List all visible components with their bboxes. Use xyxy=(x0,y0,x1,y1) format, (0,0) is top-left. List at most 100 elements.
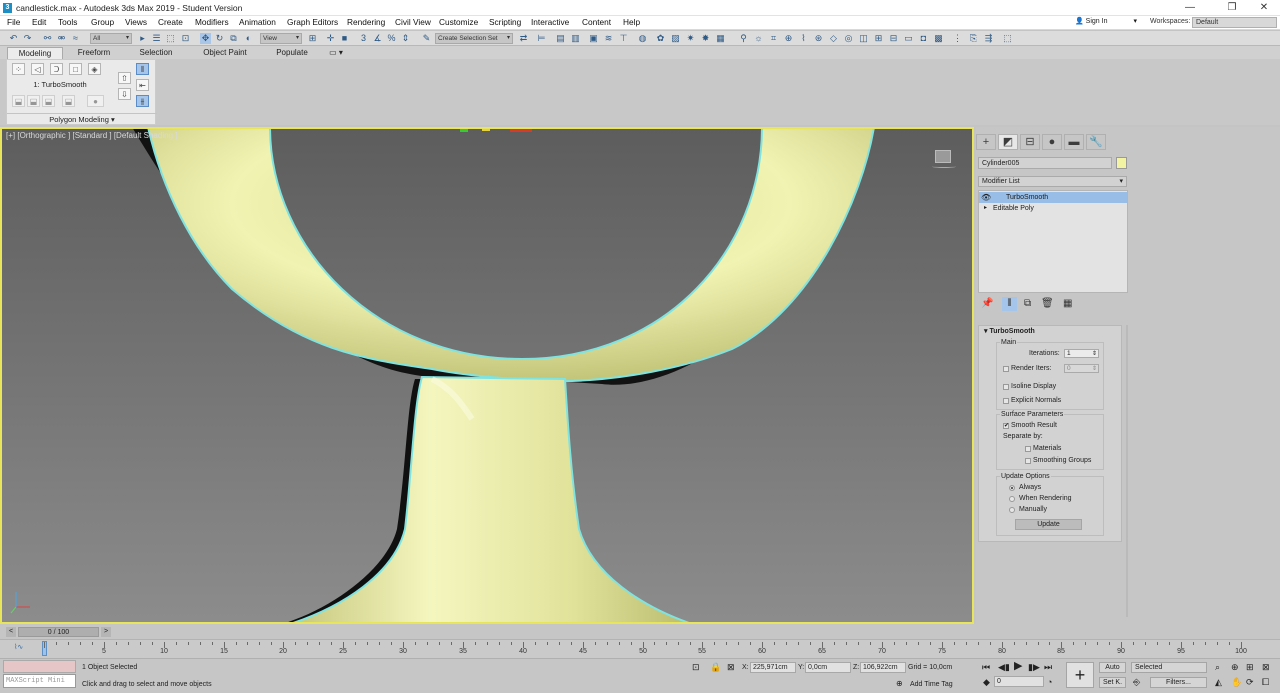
menu-tools[interactable]: Tools xyxy=(58,17,77,27)
isoline-display-checkbox[interactable] xyxy=(1003,384,1009,390)
show-end-result-icon[interactable]: ⫴ xyxy=(1002,297,1017,311)
show-end-result-icon[interactable]: ⫴ xyxy=(136,63,149,75)
spinner-snap-icon[interactable]: ⇕ xyxy=(400,33,411,44)
isolate-selection-icon[interactable]: ⊡ xyxy=(692,662,700,673)
viewport-label[interactable]: [+] [Orthographic ] [Standard ] [Default… xyxy=(6,131,177,140)
bind-spacewarp-icon[interactable]: ≈ xyxy=(70,33,81,44)
modifier-list-dropdown[interactable]: Modifier List xyxy=(978,176,1127,187)
select-by-name-icon[interactable]: ☰ xyxy=(151,33,162,44)
update-button[interactable]: Update xyxy=(1015,519,1082,530)
rollout-title[interactable]: ▾ TurboSmooth xyxy=(984,327,1035,335)
spacing-tool-icon[interactable]: ⇶ xyxy=(983,33,994,44)
zoom-extents-all-icon[interactable]: ⊠ xyxy=(1262,662,1270,673)
ribbon-options-dropdown[interactable]: ▭ ▾ xyxy=(326,47,346,59)
selection-set-dropdown[interactable]: Create Selection Set xyxy=(435,33,513,44)
menu-content[interactable]: Content xyxy=(582,17,611,27)
modify-tab-icon[interactable]: ◩ xyxy=(998,134,1018,150)
expand-arrow-icon[interactable]: ▸ xyxy=(984,203,987,214)
time-slider[interactable]: 0 / 100 xyxy=(18,627,99,637)
x-coordinate-field[interactable]: 225,971cm xyxy=(750,662,796,673)
set-key-button[interactable]: Set K. xyxy=(1099,677,1126,688)
field-of-view-icon[interactable]: ◭ xyxy=(1215,677,1222,688)
maxscript-mini-input[interactable]: MAXScript Mini xyxy=(3,674,76,688)
remove-modifier-icon[interactable]: 🗑 xyxy=(1041,297,1054,311)
menu-animation[interactable]: Animation xyxy=(239,17,276,27)
tab-selection[interactable]: Selection xyxy=(128,47,184,59)
modifier-stack[interactable]: 👁 TurboSmooth ▸ Editable Poly xyxy=(978,190,1128,293)
menu-civil-view[interactable]: Civil View xyxy=(395,17,431,27)
vertex-icon[interactable]: ⁘ xyxy=(12,63,25,75)
smoothing-groups-checkbox[interactable] xyxy=(1025,458,1031,464)
systems-icon[interactable]: ⊛ xyxy=(813,33,824,44)
pin-stack-icon[interactable]: ⇧ xyxy=(118,72,131,84)
hierarchy-tab-icon[interactable]: ⊟ xyxy=(1020,134,1040,150)
geometry-icon[interactable]: ◫ xyxy=(858,33,869,44)
menu-file[interactable]: File xyxy=(7,17,20,27)
spacewarp-icon[interactable]: ⌇ xyxy=(798,33,809,44)
display-tab-icon[interactable]: ▬ xyxy=(1064,134,1084,150)
go-to-start-icon[interactable]: ⏮ xyxy=(982,662,990,673)
stack-next-icon[interactable]: ⬓ xyxy=(42,95,55,107)
smooth-result-checkbox[interactable]: ✔ xyxy=(1003,423,1009,429)
link-icon[interactable]: ⚯ xyxy=(42,33,53,44)
select-object-icon[interactable]: ▸ xyxy=(137,33,148,44)
scale-icon[interactable]: ⧉ xyxy=(228,33,239,44)
viewport-orthographic[interactable]: [+] [Orthographic ] [Standard ] [Default… xyxy=(0,127,974,624)
sphere-icon[interactable]: ◎ xyxy=(843,33,854,44)
render-activeshade-icon[interactable]: ▦ xyxy=(715,33,726,44)
border-icon[interactable]: Ↄ xyxy=(50,63,63,75)
scene-explorer-icon[interactable]: ▤ xyxy=(555,33,566,44)
menu-scripting[interactable]: Scripting xyxy=(489,17,521,27)
utilities-tab-icon[interactable]: 🔧 xyxy=(1086,134,1106,150)
pin-stack-icon[interactable]: 📌 xyxy=(981,297,993,311)
menu-edit[interactable]: Edit xyxy=(32,17,46,27)
maxscript-listener-output[interactable] xyxy=(3,660,76,673)
box-icon[interactable]: ⊟ xyxy=(888,33,899,44)
motion-tab-icon[interactable]: ● xyxy=(1042,134,1062,150)
clone-align-icon[interactable]: ⬚ xyxy=(1002,33,1013,44)
previous-frame-icon[interactable]: ◀▮ xyxy=(998,662,1010,673)
angle-snap-icon[interactable]: ∡ xyxy=(372,33,383,44)
placement-icon[interactable]: ◐ xyxy=(243,33,254,44)
edit-named-selection-icon[interactable]: ✎ xyxy=(421,33,432,44)
undo-icon[interactable]: ↶ xyxy=(8,33,19,44)
unlink-icon[interactable]: ⚮ xyxy=(56,33,67,44)
zoom-extents-icon[interactable]: ⊞ xyxy=(1246,662,1254,673)
snaps-toggle-icon[interactable]: 3 xyxy=(358,33,369,44)
viewport-layout-icon[interactable]: ▩ xyxy=(933,33,944,44)
mirror-icon[interactable]: ⇄ xyxy=(518,33,529,44)
menu-help[interactable]: Help xyxy=(623,17,640,27)
create-tab-icon[interactable]: + xyxy=(976,134,996,150)
materials-checkbox[interactable] xyxy=(1025,446,1031,452)
menu-create[interactable]: Create xyxy=(158,17,183,27)
render-iters-checkbox[interactable] xyxy=(1003,366,1009,372)
zoom-icon[interactable]: ⌕ xyxy=(1215,662,1220,673)
absolute-mode-icon[interactable]: ⊠ xyxy=(727,662,735,673)
viewcube[interactable] xyxy=(932,150,956,168)
stack-item-editable-poly[interactable]: ▸ Editable Poly xyxy=(979,203,1127,214)
command-panel-scrollbar[interactable] xyxy=(1126,325,1128,617)
iterations-spinner[interactable]: 1 xyxy=(1064,349,1099,358)
schematic-view-icon[interactable]: ⊤ xyxy=(618,33,629,44)
keyboard-shortcut-icon[interactable]: ■ xyxy=(339,33,350,44)
next-frame-icon[interactable]: ▮▶ xyxy=(1028,662,1040,673)
explicit-normals-checkbox[interactable] xyxy=(1003,398,1009,404)
play-icon[interactable]: ▶ xyxy=(1014,661,1022,672)
close-button[interactable]: ✕ xyxy=(1246,0,1280,16)
manually-radio[interactable] xyxy=(1009,507,1015,513)
menu-customize[interactable]: Customize xyxy=(439,17,478,27)
configure-modifier-sets-icon[interactable]: ▦ xyxy=(1063,297,1072,311)
curve-editor-mini-icon[interactable]: ⌇∿ xyxy=(14,643,23,651)
when-rendering-radio[interactable] xyxy=(1009,496,1015,502)
maximize-viewport-icon[interactable]: ⧠ xyxy=(1262,677,1269,688)
menu-views[interactable]: Views xyxy=(125,17,147,27)
render-production-icon[interactable]: ✷ xyxy=(685,33,696,44)
object-color-swatch[interactable] xyxy=(1116,157,1127,169)
key-filter-dropdown[interactable]: Selected xyxy=(1131,662,1207,673)
preserve-uv-icon[interactable]: ⬓ xyxy=(62,95,75,107)
camera-icon[interactable]: ⌗ xyxy=(768,33,779,44)
make-unique-icon[interactable]: ⧉ xyxy=(1024,297,1031,311)
selection-filter-dropdown[interactable]: All xyxy=(90,33,132,44)
auto-key-button[interactable]: Auto xyxy=(1099,662,1126,673)
workspace-dropdown[interactable]: Default xyxy=(1192,17,1277,28)
